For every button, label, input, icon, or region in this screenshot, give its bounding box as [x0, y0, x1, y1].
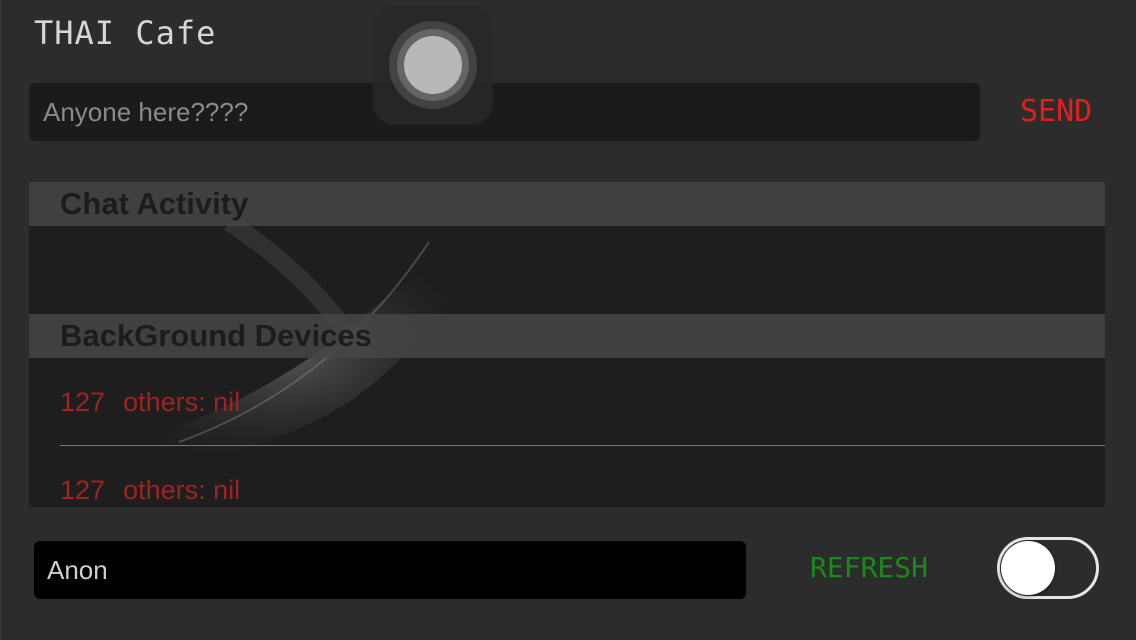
row-number: 127 — [60, 474, 106, 505]
row-text: others: nil — [123, 386, 241, 417]
table-row[interactable]: 127 others: nil — [29, 358, 1105, 446]
table-row[interactable]: 127 others: nil — [29, 446, 1105, 507]
toggle-knob — [1001, 541, 1055, 595]
app-title: THAI Cafe — [34, 14, 217, 52]
row-text: others: nil — [123, 474, 241, 505]
assistive-touch-icon[interactable] — [373, 5, 493, 125]
section-header-chat-activity: Chat Activity — [29, 182, 1105, 226]
chat-table[interactable]: Chat Activity BackGround Devices 127 oth… — [29, 182, 1105, 507]
assistive-touch-inner-circle — [404, 36, 462, 94]
app-screen: THAI Cafe Anyone here???? SEND Chat Acti… — [0, 0, 1136, 640]
send-button[interactable]: SEND — [1020, 94, 1092, 129]
row-number: 127 — [60, 386, 106, 417]
name-input[interactable]: Anon — [34, 541, 746, 599]
section-header-background-devices: BackGround Devices — [29, 314, 1105, 358]
message-input[interactable]: Anyone here???? — [29, 83, 980, 141]
toggle-switch[interactable] — [997, 537, 1099, 599]
refresh-button[interactable]: REFRESH — [810, 551, 928, 584]
